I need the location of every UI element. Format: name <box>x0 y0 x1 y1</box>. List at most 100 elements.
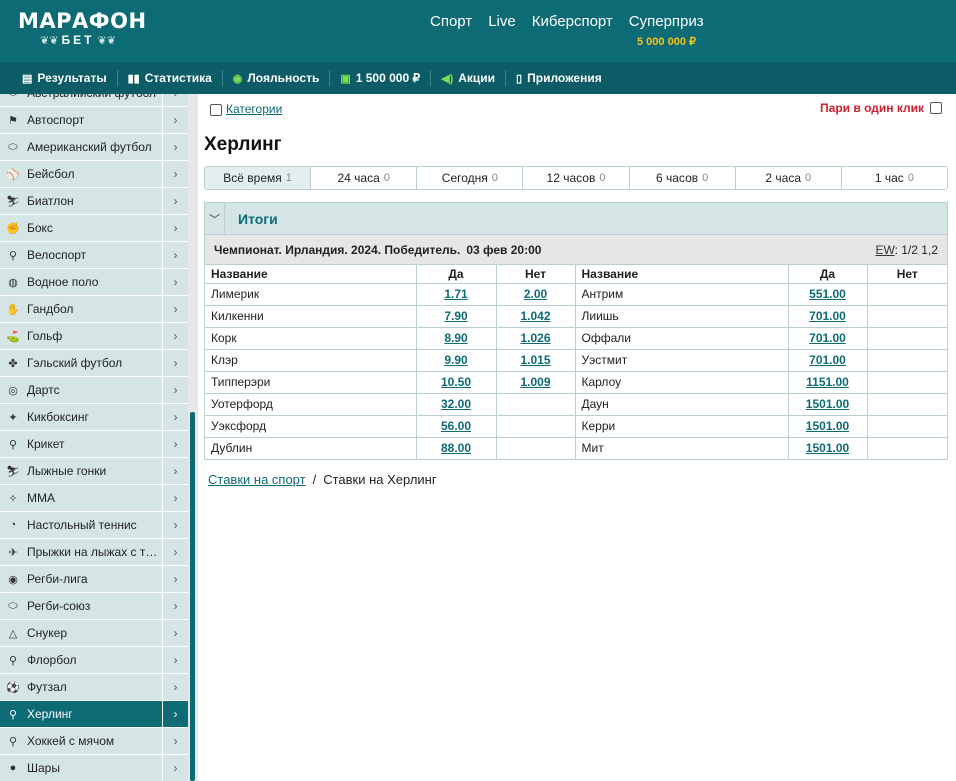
chevron-right-icon[interactable]: › <box>162 94 188 106</box>
sidebar-item[interactable]: ◉ Регби-лига › <box>0 566 188 593</box>
logo[interactable]: МАРАФОН ❦❦ БЕТ ❦❦ <box>18 10 147 47</box>
sidebar-scrollbar-thumb[interactable] <box>190 412 195 781</box>
sidebar-item[interactable]: ✈ Прыжки на лыжах с т… › <box>0 539 188 566</box>
one-click-bet[interactable]: Пари в один клик <box>820 101 942 115</box>
subnav-loyalty[interactable]: ◉ Лояльность <box>233 71 320 85</box>
chevron-right-icon[interactable]: › <box>162 539 188 565</box>
odds-yes-link[interactable]: 9.90 <box>444 353 467 367</box>
chevron-right-icon[interactable]: › <box>162 755 188 781</box>
odds-yes-cell[interactable]: 88.00 <box>416 437 497 459</box>
chevron-right-icon[interactable]: › <box>162 485 188 511</box>
odds-yes-link[interactable]: 1501.00 <box>806 397 849 411</box>
chevron-right-icon[interactable]: › <box>162 269 188 295</box>
sidebar-item[interactable]: ⛷ Биатлон › <box>0 188 188 215</box>
time-filter-tab[interactable]: 2 часа 0 <box>734 167 841 189</box>
odds-yes-cell[interactable]: 9.90 <box>416 349 497 372</box>
odds-yes-cell[interactable]: 701.00 <box>788 327 868 350</box>
chevron-right-icon[interactable]: › <box>162 566 188 592</box>
odds-no-link[interactable]: 1.042 <box>520 309 550 323</box>
odds-yes-cell[interactable]: 1501.00 <box>788 393 868 416</box>
time-filter-tab[interactable]: Сегодня 0 <box>416 167 523 189</box>
time-filter-tab[interactable]: 24 часа 0 <box>310 167 417 189</box>
chevron-right-icon[interactable]: › <box>162 404 188 430</box>
odds-yes-cell[interactable]: 1.71 <box>416 283 497 306</box>
odds-yes-link[interactable]: 701.00 <box>809 353 846 367</box>
breadcrumb-link-sports[interactable]: Ставки на спорт <box>208 472 306 487</box>
odds-yes-link[interactable]: 56.00 <box>441 419 471 433</box>
nav-live[interactable]: Live <box>488 13 516 30</box>
one-click-checkbox[interactable] <box>930 102 942 114</box>
odds-yes-cell[interactable]: 701.00 <box>788 349 868 372</box>
sidebar-item[interactable]: ⚑ Автоспорт › <box>0 107 188 134</box>
sidebar-item[interactable]: ◍ Водное поло › <box>0 269 188 296</box>
section-header[interactable]: ﹀ Итоги <box>205 202 947 235</box>
odds-yes-cell[interactable]: 551.00 <box>788 283 868 306</box>
subnav-stats[interactable]: ▮▮ Статистика <box>128 71 212 85</box>
sidebar-item[interactable]: ✦ Кикбоксинг › <box>0 404 188 431</box>
odds-yes-link[interactable]: 32.00 <box>441 397 471 411</box>
sidebar-item[interactable]: ⚲ Велоспорт › <box>0 242 188 269</box>
odds-no-link[interactable]: 1.015 <box>520 353 550 367</box>
nav-esports[interactable]: Киберспорт <box>532 13 613 30</box>
odds-yes-link[interactable]: 1151.00 <box>806 375 849 389</box>
odds-yes-link[interactable]: 701.00 <box>809 309 846 323</box>
chevron-right-icon[interactable]: › <box>162 242 188 268</box>
odds-yes-link[interactable]: 8.90 <box>444 331 467 345</box>
odds-yes-link[interactable]: 10.50 <box>441 375 471 389</box>
sidebar-item[interactable]: ● Шары › <box>0 755 188 781</box>
odds-no-link[interactable]: 1.009 <box>520 375 550 389</box>
nav-sport[interactable]: Спорт <box>430 13 472 30</box>
odds-yes-link[interactable]: 1.71 <box>444 287 467 301</box>
odds-yes-cell[interactable]: 701.00 <box>788 305 868 328</box>
odds-yes-cell[interactable]: 1501.00 <box>788 437 868 459</box>
sidebar-item[interactable]: ⚲ Херлинг › <box>0 701 188 728</box>
odds-yes-cell[interactable]: 7.90 <box>416 305 497 328</box>
subnav-apps[interactable]: ▯ Приложения <box>516 71 602 85</box>
sidebar-item[interactable]: ⚲ Крикет › <box>0 431 188 458</box>
time-filter-tab[interactable]: Всё время 1 <box>205 167 311 189</box>
odds-no-cell[interactable]: 1.026 <box>496 327 576 350</box>
subnav-prize[interactable]: ▣ 1 500 000 ₽ <box>340 71 420 85</box>
chevron-right-icon[interactable]: › <box>162 620 188 646</box>
sidebar-item[interactable]: ⛷ Лыжные гонки › <box>0 458 188 485</box>
sidebar-item[interactable]: ⬭ Американский футбол › <box>0 134 188 161</box>
odds-yes-link[interactable]: 7.90 <box>444 309 467 323</box>
time-filter-tab[interactable]: 1 час 0 <box>840 167 947 189</box>
sidebar-item[interactable]: ⬭ Регби-союз › <box>0 593 188 620</box>
sidebar-item[interactable]: ✤ Гэльский футбол › <box>0 350 188 377</box>
nav-superprize[interactable]: Суперприз <box>629 13 704 30</box>
odds-no-cell[interactable]: 1.042 <box>496 305 576 328</box>
sidebar-item[interactable]: ⛳ Гольф › <box>0 323 188 350</box>
chevron-right-icon[interactable]: › <box>162 512 188 538</box>
categories-link[interactable]: Категории <box>226 102 282 116</box>
odds-yes-cell[interactable]: 8.90 <box>416 327 497 350</box>
sidebar-item[interactable]: ✋ Гандбол › <box>0 296 188 323</box>
odds-no-cell[interactable]: 1.009 <box>496 371 576 394</box>
odds-yes-link[interactable]: 1501.00 <box>806 419 849 433</box>
sidebar-item[interactable]: ✧ MMA › <box>0 485 188 512</box>
chevron-right-icon[interactable]: › <box>162 458 188 484</box>
sidebar-item[interactable]: ⚾ Бейсбол › <box>0 161 188 188</box>
sidebar-item[interactable]: ◔ Настольный теннис › <box>0 512 188 539</box>
odds-yes-link[interactable]: 1501.00 <box>806 441 849 455</box>
chevron-right-icon[interactable]: › <box>162 431 188 457</box>
odds-yes-cell[interactable]: 1501.00 <box>788 415 868 438</box>
chevron-right-icon[interactable]: › <box>162 377 188 403</box>
odds-yes-cell[interactable]: 10.50 <box>416 371 497 394</box>
sidebar-item[interactable]: ⚲ Хоккей с мячом › <box>0 728 188 755</box>
categories-toggle[interactable]: Категории <box>210 101 282 116</box>
chevron-right-icon[interactable]: › <box>162 701 188 727</box>
chevron-right-icon[interactable]: › <box>162 323 188 349</box>
chevron-right-icon[interactable]: › <box>162 296 188 322</box>
sidebar-item[interactable]: ⚲ Флорбол › <box>0 647 188 674</box>
chevron-right-icon[interactable]: › <box>162 215 188 241</box>
sidebar-item[interactable]: ✊ Бокс › <box>0 215 188 242</box>
odds-yes-link[interactable]: 701.00 <box>809 331 846 345</box>
subnav-promos[interactable]: ◀) Акции <box>441 71 495 85</box>
categories-checkbox[interactable] <box>210 104 222 116</box>
odds-no-link[interactable]: 1.026 <box>520 331 550 345</box>
odds-yes-cell[interactable]: 1151.00 <box>788 371 868 394</box>
chevron-right-icon[interactable]: › <box>162 674 188 700</box>
odds-no-cell[interactable]: 2.00 <box>496 283 576 306</box>
odds-yes-cell[interactable]: 56.00 <box>416 415 497 438</box>
